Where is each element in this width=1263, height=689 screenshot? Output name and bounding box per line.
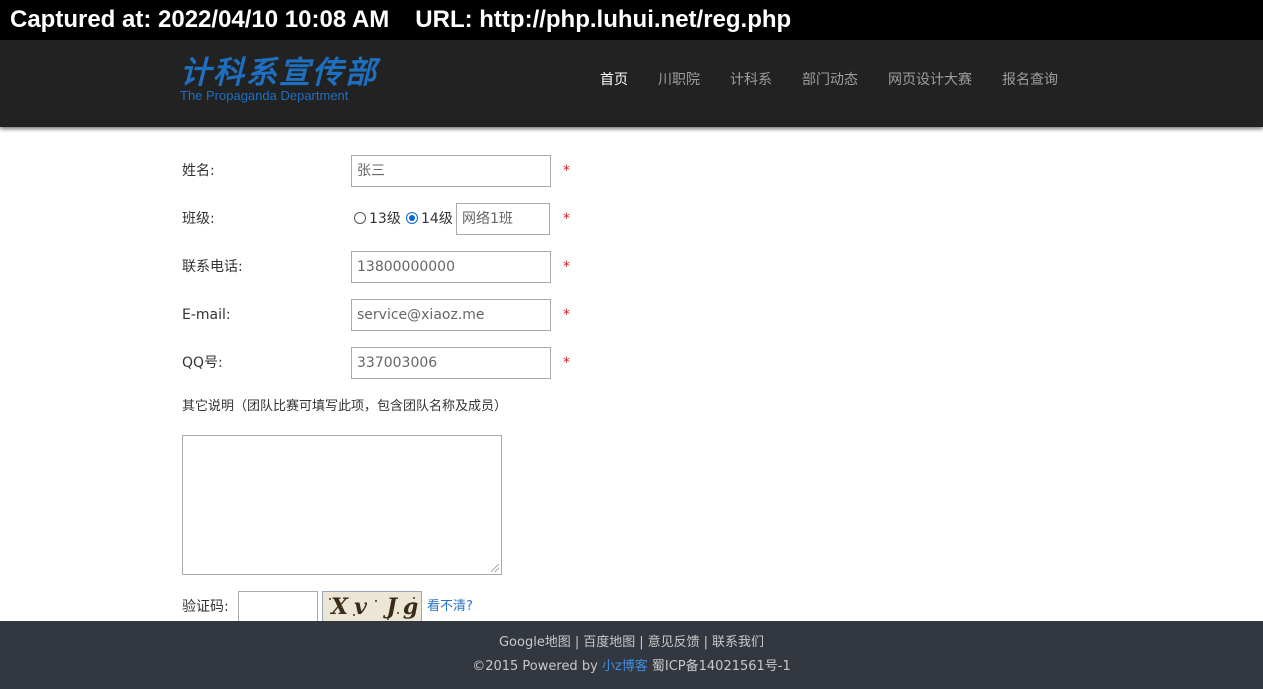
captcha-image-text: Xv Jg [331, 594, 422, 620]
footer-link-feedback[interactable]: 意见反馈 [648, 635, 700, 650]
footer-link-contact[interactable]: 联系我们 [712, 635, 764, 650]
captcha-image[interactable]: Xv Jg [322, 591, 422, 623]
footer-link-baidu-map[interactable]: 百度地图 [583, 635, 635, 650]
phone-input[interactable]: 13800000000 [351, 251, 551, 283]
nav-item-registration-query[interactable]: 报名查询 [987, 40, 1073, 127]
name-label: 姓名: [182, 163, 215, 179]
captcha-noise [413, 597, 415, 599]
capture-url: URL: http://php.luhui.net/reg.php [415, 6, 792, 33]
nav-item-news[interactable]: 部门动态 [787, 40, 873, 127]
top-navbar: 计科系宣传部 The Propaganda Department 首页 川职院 … [0, 40, 1263, 127]
captcha-noise [387, 618, 389, 620]
footer-separator: | [574, 635, 580, 650]
main-nav: 首页 川职院 计科系 部门动态 网页设计大赛 报名查询 [585, 40, 1073, 127]
class-required-mark: * [563, 211, 570, 227]
grade-13-label[interactable]: 13级 [369, 203, 401, 235]
footer-link-google-map[interactable]: Google地图 [499, 635, 571, 650]
name-input[interactable]: 张三 [351, 155, 551, 187]
qq-input[interactable]: 337003006 [351, 347, 551, 379]
site-logo[interactable]: 计科系宣传部 The Propaganda Department [180, 56, 380, 104]
class-input[interactable]: 网络1班 [456, 203, 550, 235]
grade-14-label[interactable]: 14级 [421, 203, 453, 235]
note-textarea[interactable] [182, 435, 502, 575]
phone-label: 联系电话: [182, 259, 243, 275]
icp-number: 蜀ICP备14021561号-1 [651, 659, 791, 674]
capture-timestamp: Captured at: 2022/04/10 10:08 AM [10, 6, 390, 33]
class-label: 班级: [182, 211, 215, 227]
qq-label: QQ号: [182, 355, 223, 371]
page-footer: Google地图 | 百度地图 | 意见反馈 | 联系我们 ©2015 Powered by… [0, 621, 1263, 689]
copyright-prefix: ©2015 Powered by [472, 659, 598, 674]
phone-required-mark: * [563, 259, 570, 275]
note-label: 其它说明（团队比赛可填写此项，包含团队名称及成员） [182, 399, 508, 414]
resize-handle-icon[interactable] [491, 564, 499, 572]
email-required-mark: * [563, 307, 570, 323]
nav-item-department[interactable]: 计科系 [715, 40, 787, 127]
captcha-label: 验证码: [182, 599, 229, 615]
logo-chinese-text: 计科系宣传部 [180, 55, 378, 91]
capture-info-bar: Captured at: 2022/04/10 10:08 AM URL: htt… [0, 0, 1263, 40]
nav-item-web-contest[interactable]: 网页设计大赛 [873, 40, 987, 127]
email-label: E-mail: [182, 307, 231, 323]
footer-separator: | [703, 635, 709, 650]
footer-separator: | [639, 635, 644, 650]
grade-13-radio[interactable] [354, 212, 366, 224]
captcha-noise [329, 598, 331, 600]
name-required-mark: * [563, 163, 570, 179]
email-input[interactable]: service@xiaoz.me [351, 299, 551, 331]
captcha-noise [341, 606, 343, 608]
footer-links: Google地图 | 百度地图 | 意见反馈 | 联系我们 [0, 632, 1263, 654]
qq-required-mark: * [563, 355, 570, 371]
nav-item-home[interactable]: 首页 [585, 40, 643, 127]
blog-link[interactable]: 小z博客 [602, 659, 648, 674]
captcha-noise [397, 612, 399, 614]
footer-copyright: ©2015 Powered by 小z博客 蜀ICP备14021561号-1 [0, 656, 1263, 678]
captcha-noise [353, 614, 355, 616]
grade-14-radio[interactable] [406, 212, 418, 224]
nav-item-college[interactable]: 川职院 [643, 40, 715, 127]
captcha-refresh-link[interactable]: 看不清? [427, 591, 473, 623]
captcha-input[interactable] [238, 591, 318, 623]
captcha-noise [375, 600, 377, 602]
